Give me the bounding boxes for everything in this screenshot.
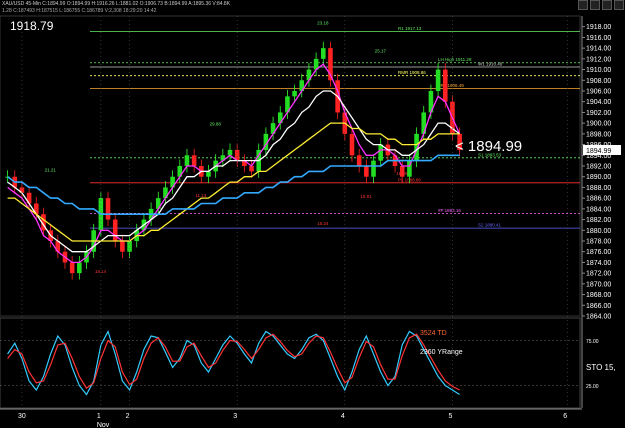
time-tick-label: 3 [233,413,237,420]
candle-body [206,171,211,177]
window-toolbar [578,0,625,14]
price-tick-label: 1916.00 [586,35,611,42]
price-tick-label: 1908.00 [586,78,611,85]
level-label: R1 1917.13 [398,26,422,31]
price-tick-label: 1872.00 [586,271,611,278]
price-tick-label: 1914.00 [586,46,611,53]
time-tick-label: 6 [563,413,567,420]
level-label: #P 1883.16 [438,208,461,213]
candle-body [191,155,197,166]
bar-label: 18.14 [95,269,107,274]
level-label: LH High 1911.28 [438,57,472,62]
bar-label: 23.18 [317,21,329,26]
candle-body [371,160,376,177]
bar-label: 21.21 [45,167,57,172]
price-tick-label: 1874.00 [586,260,611,267]
yrange-label: 2360 YRange [420,349,463,356]
price-tick-label: 1886.00 [586,196,611,203]
price-tick-label: 1888.00 [586,185,611,192]
candle-body [105,198,111,220]
candle-body [378,144,383,161]
price-tick-label: 1898.00 [586,131,611,138]
candle-body [227,149,233,156]
price-tick-label: 1918.00 [586,24,611,31]
td-label: 3524 TD [420,330,447,337]
bar-label: 15.91 [360,194,372,199]
price-tick-label: 1868.00 [586,292,611,299]
time-tick-label: 4 [341,413,345,420]
candle-body [69,262,75,274]
price-tick-label: 1902.00 [586,110,611,117]
header-line-2: 1.28 C:187493 H:187515 L:186755 C:186789… [2,8,157,14]
price-tick-label: 1890.00 [586,174,611,181]
candle-body [442,69,448,102]
price-tick-label: 1882.00 [586,217,611,224]
toolbar-icon-3[interactable] [602,0,612,10]
sto-tick-label: 75.00 [586,339,599,345]
level-label: #R1 1906.49 [438,83,464,88]
time-tick-label: 1 [97,413,101,420]
time-tick-label: 2 [126,413,130,420]
toolbar-icon-1[interactable] [578,0,588,10]
current-price-tag: 1894.99 [586,148,611,155]
price-tick-label: 1878.00 [586,239,611,246]
sto-label: STO 15, [586,363,616,372]
current-price-annotation: < 1894.99 [455,138,522,155]
price-tick-label: 1904.00 [586,99,611,106]
time-tick-label: 30 [18,413,26,420]
price-display: 1918.79 [10,19,54,33]
candle-body [320,48,326,59]
bar-label: 16.99 [396,171,408,176]
bar-label: 11.13 [195,193,206,198]
price-tick-label: 1910.00 [586,67,611,74]
time-tick-label: 5 [448,413,452,420]
candle-body [77,262,82,274]
level-label: S2 1880.41 [478,223,502,228]
price-tick-label: 1892.00 [586,164,611,171]
price-tick-label: 1866.00 [586,303,611,310]
level-label: W1 1910.48 [478,62,503,67]
header-line-1: XAU/USD 45-Min C:1894.99 O:1894.99 H:191… [2,1,231,7]
candle-body [349,133,355,156]
toolbar-icon-2[interactable] [590,0,600,10]
time-tick-label: Nov [97,422,110,428]
toolbar-icon-4[interactable] [614,0,624,10]
bar-label: 25.17 [375,48,387,53]
price-tick-label: 1880.00 [586,228,611,235]
candle-body [127,241,132,252]
candle-body [184,155,190,166]
candle-body [120,241,125,252]
price-tick-label: 1884.00 [586,206,611,213]
price-tick-label: 1906.00 [586,89,611,96]
candle-body [435,69,441,91]
sto-tick-label: 25.00 [586,384,599,390]
chart-background [0,0,625,428]
level-label: RMR 1908.86 [398,70,426,75]
candle-body [292,91,297,97]
price-tick-label: 1864.00 [586,314,611,321]
candle-body [356,155,362,166]
price-tick-label: 1900.00 [586,121,611,128]
price-tick-label: 1912.00 [586,56,611,63]
chart-svg[interactable]: R1 1917.13 LH High 1911.28 W1 1910.48 RMR 1… [0,0,625,428]
price-tick-label: 1870.00 [586,281,611,288]
bar-label: 29.88 [210,121,222,126]
price-tick-label: 1876.00 [586,249,611,256]
candle-body [112,219,118,241]
candle-body [364,166,369,177]
bar-label: 15.24 [317,221,329,226]
